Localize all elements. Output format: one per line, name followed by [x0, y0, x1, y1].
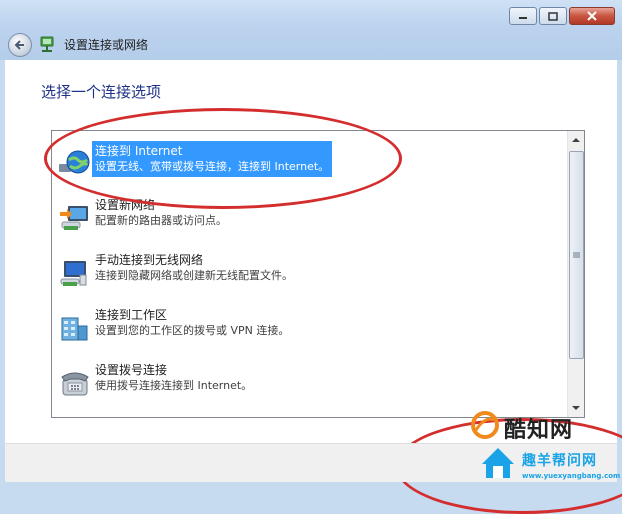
watermark-logo-icon: [471, 411, 499, 439]
option-text: 连接到工作区 设置到您的工作区的拨号或 VPN 连接。: [92, 305, 292, 341]
option-description: 配置新的路由器或访问点。: [95, 214, 227, 227]
scroll-up-button[interactable]: [568, 131, 584, 148]
vertical-scrollbar[interactable]: [567, 131, 584, 417]
option-title: 手动连接到无线网络: [95, 253, 204, 267]
annotation-oval: [44, 108, 402, 209]
back-button[interactable]: [8, 33, 32, 57]
watermark: 酷知网 趣羊帮问网 www.yuexyangbang.com: [470, 408, 620, 486]
scrollbar-thumb[interactable]: [569, 151, 584, 359]
network-setup-icon: [40, 36, 54, 52]
option-manual-wireless[interactable]: 手动连接到无线网络 连接到隐藏网络或创建新无线配置文件。: [52, 250, 566, 296]
maximize-button[interactable]: [539, 7, 567, 25]
option-connect-workplace[interactable]: 连接到工作区 设置到您的工作区的拨号或 VPN 连接。: [52, 305, 566, 351]
new-network-icon: [60, 206, 88, 230]
close-button[interactable]: [569, 7, 615, 25]
wireless-network-icon: [60, 261, 87, 286]
window-controls: [507, 7, 615, 25]
close-icon: [587, 11, 597, 21]
option-setup-dialup[interactable]: 设置拨号连接 使用拨号连接连接到 Internet。: [52, 360, 566, 406]
scroll-up-arrow-icon: [572, 137, 580, 142]
minimize-button[interactable]: [509, 7, 537, 25]
phone-icon: [61, 372, 89, 396]
option-text: 设置拨号连接 使用拨号连接连接到 Internet。: [92, 360, 255, 396]
maximize-icon: [548, 11, 558, 21]
option-description: 使用拨号连接连接到 Internet。: [95, 379, 253, 392]
watermark-house-icon: [482, 448, 514, 478]
watermark-url: www.yuexyangbang.com: [522, 472, 621, 480]
minimize-icon: [519, 17, 527, 19]
window-title: 设置连接或网络: [64, 38, 149, 52]
window-frame: 设置连接或网络: [0, 0, 622, 60]
option-description: 连接到隐藏网络或创建新无线配置文件。: [95, 269, 293, 282]
option-title: 连接到工作区: [95, 308, 168, 322]
workplace-icon: [61, 317, 88, 341]
watermark-brand: 酷知网: [504, 418, 574, 443]
grip-icon: [573, 252, 580, 258]
page-heading: 选择一个连接选项: [41, 83, 162, 101]
option-description: 设置到您的工作区的拨号或 VPN 连接。: [95, 324, 290, 337]
option-text: 手动连接到无线网络 连接到隐藏网络或创建新无线配置文件。: [92, 250, 296, 286]
back-arrow-icon: [14, 40, 24, 50]
watermark-subtitle: 趣羊帮问网: [522, 453, 597, 469]
option-title: 设置拨号连接: [95, 363, 168, 377]
